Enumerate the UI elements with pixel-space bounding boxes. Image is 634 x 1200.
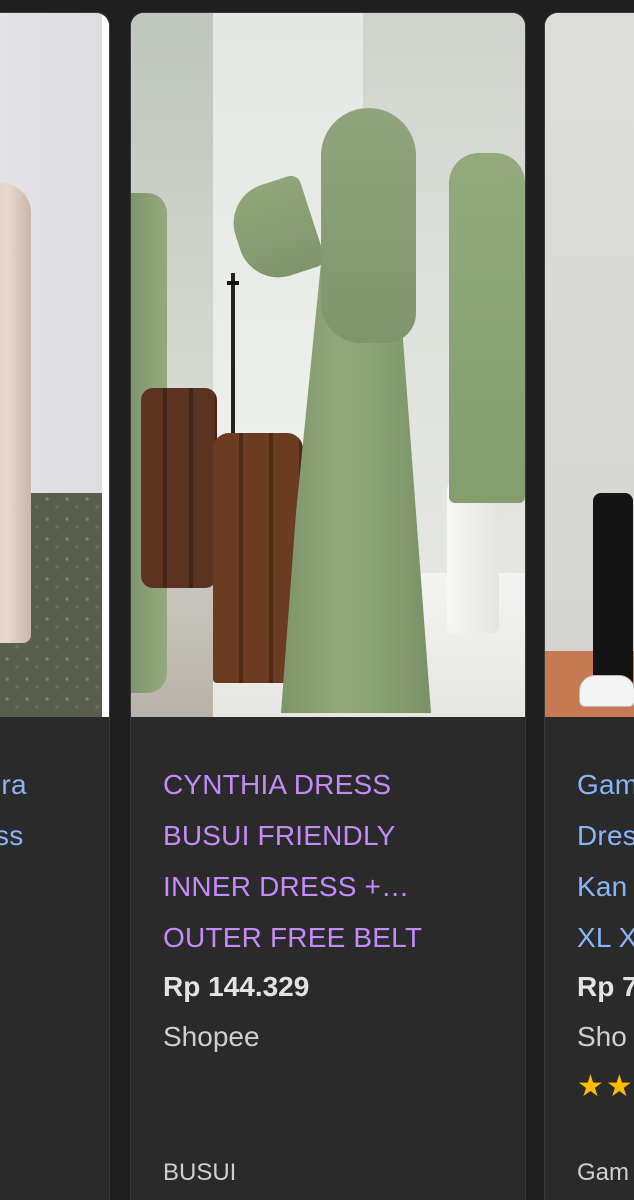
title-line: INNER DRESS +…: [163, 871, 410, 902]
star-icon: ★★: [577, 1070, 634, 1103]
product-title[interactable]: CYNTHIA DRESS BUSUI FRIENDLY INNER DRESS…: [163, 759, 463, 963]
product-image[interactable]: [131, 13, 525, 717]
product-price: Rp 144.329: [163, 971, 310, 1002]
product-title[interactable]: Gam Dres Kan XL X: [577, 759, 634, 963]
image-hanging-dress: [449, 153, 525, 503]
image-pillar: [447, 483, 499, 633]
title-line: Kan: [577, 871, 628, 902]
image-tripod-head: [227, 281, 239, 285]
image-dress: [0, 183, 31, 643]
image-tripod: [231, 273, 235, 433]
product-card[interactable]: ira ss: [0, 12, 110, 1200]
title-line: CYNTHIA DRESS: [163, 769, 392, 800]
product-title[interactable]: ira ss: [0, 759, 109, 861]
title-line: Gam: [577, 769, 634, 800]
store-name: Sho: [577, 1021, 627, 1052]
title-line: XL X: [577, 922, 634, 953]
product-card[interactable]: Gam Dres Kan XL X Rp 7 Sho ★★ Gam: [544, 12, 634, 1200]
store-name: Shopee: [163, 1021, 260, 1052]
product-carousel: ira ss CYNTHIA DRESS BUSUI FRIENDLY INNE…: [0, 0, 634, 1200]
product-tag: Gam: [577, 1159, 630, 1186]
title-line: BUSUI FRIENDLY: [163, 820, 396, 851]
image-model-hijab: [321, 108, 416, 343]
image-pants: [593, 493, 633, 703]
title-line: Dres: [577, 820, 634, 851]
product-image[interactable]: [545, 13, 634, 717]
image-shoe: [579, 675, 634, 707]
product-card[interactable]: CYNTHIA DRESS BUSUI FRIENDLY INNER DRESS…: [130, 12, 526, 1200]
title-line: ira: [0, 769, 27, 800]
product-tag: BUSUI: [163, 1159, 237, 1186]
title-line: OUTER FREE BELT: [163, 922, 423, 953]
product-image[interactable]: [0, 13, 109, 717]
title-line: ss: [0, 820, 24, 851]
image-sofa-back: [141, 388, 217, 588]
product-price: Rp 7: [577, 971, 634, 1002]
